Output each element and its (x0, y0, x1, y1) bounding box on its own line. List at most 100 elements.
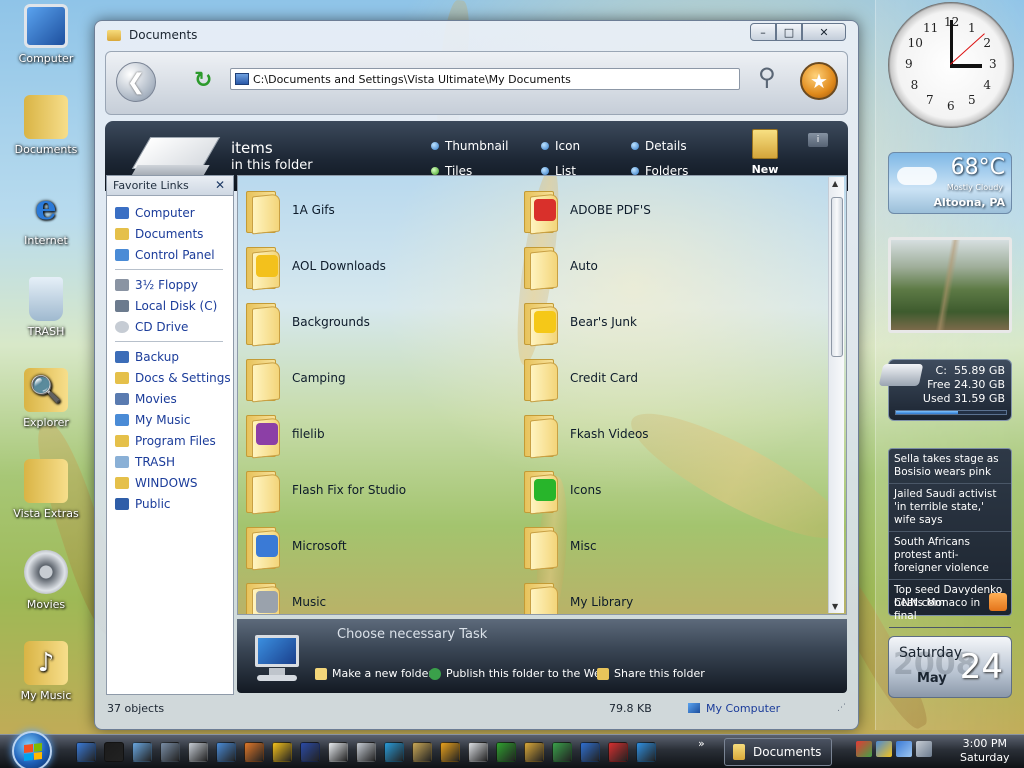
title-bar[interactable]: Documents (95, 21, 858, 49)
news-headline[interactable]: South Africans protest anti-foreigner vi… (889, 532, 1011, 580)
sidebar-item-control-panel[interactable]: Control Panel (107, 244, 233, 265)
quick-launch-icon[interactable] (104, 742, 124, 762)
news-source[interactable]: CNN.com (894, 596, 945, 609)
network-icon[interactable] (896, 741, 912, 757)
calendar-gadget[interactable]: 2008 Saturday May 24 (888, 636, 1012, 698)
taskbar-button-documents[interactable]: Documents (724, 738, 832, 766)
news-gadget[interactable]: Sella takes stage as Bosisio wears pink … (888, 448, 1012, 628)
sidebar-item-documents[interactable]: Documents (107, 223, 233, 244)
address-bar[interactable]: C:\Documents and Settings\Vista Ultimate… (230, 68, 740, 90)
folder-item[interactable]: Camping (246, 350, 346, 406)
view-icon[interactable]: Icon (541, 139, 580, 153)
folder-item[interactable]: Fkash Videos (524, 406, 649, 462)
publish-folder-link[interactable]: Publish this folder to the Web (429, 667, 608, 680)
quick-launch-icon[interactable] (412, 742, 432, 762)
rss-icon[interactable] (989, 593, 1007, 611)
quick-launch-icon[interactable] (244, 742, 264, 762)
quick-launch-icon[interactable] (356, 742, 376, 762)
vertical-scrollbar[interactable]: ▲ ▼ (828, 177, 844, 613)
folder-item[interactable]: My Library (524, 574, 633, 614)
favorites-button[interactable]: ★ (800, 62, 838, 100)
folder-item[interactable]: Auto (524, 238, 598, 294)
view-thumbnail[interactable]: Thumbnail (431, 139, 508, 153)
quick-launch-icon[interactable] (524, 742, 544, 762)
desktop-icon-movies[interactable]: Movies (6, 550, 86, 611)
news-headline[interactable]: Sella takes stage as Bosisio wears pink (889, 449, 1011, 484)
close-pane-button[interactable]: ✕ (215, 178, 225, 192)
quick-launch-icon[interactable] (608, 742, 628, 762)
folder-item[interactable]: Bear's Junk (524, 294, 637, 350)
quick-launch-icon[interactable] (468, 742, 488, 762)
desktop-icon-computer[interactable]: Computer (6, 4, 86, 65)
slideshow-gadget[interactable] (888, 237, 1012, 333)
desktop-icon-trash[interactable]: TRASH (6, 277, 86, 338)
desktop-icon-documents[interactable]: Documents (6, 95, 86, 156)
folder-item[interactable]: Music (246, 574, 326, 614)
minimize-button[interactable]: – (750, 23, 776, 41)
quick-launch-icon[interactable] (300, 742, 320, 762)
info-button[interactable]: i (808, 133, 828, 147)
quick-launch-icon[interactable] (132, 742, 152, 762)
folder-item[interactable]: 1A Gifs (246, 182, 335, 238)
quick-launch-icon[interactable] (160, 742, 180, 762)
clock-gadget[interactable]: 121234567891011 (888, 2, 1014, 128)
sidebar-item-local-disk[interactable]: Local Disk (C) (107, 295, 233, 316)
quick-launch-icon[interactable] (76, 742, 96, 762)
quick-launch-icon[interactable] (496, 742, 516, 762)
folder-item[interactable]: Microsoft (246, 518, 347, 574)
refresh-button[interactable]: ↻ (194, 68, 212, 93)
quick-launch-icon[interactable] (440, 742, 460, 762)
folder-item[interactable]: Backgrounds (246, 294, 370, 350)
start-button[interactable] (12, 731, 52, 768)
desktop-icon-explorer[interactable]: 🔍 Explorer (6, 368, 86, 429)
sidebar-item-public[interactable]: Public (107, 493, 233, 514)
quick-launch-icon[interactable] (272, 742, 292, 762)
drive-meter-gadget[interactable]: C: 55.89 GB Free 24.30 GB Used 31.59 GB (878, 359, 1012, 421)
folder-item[interactable]: Credit Card (524, 350, 638, 406)
maximize-button[interactable]: □ (776, 23, 802, 41)
sidebar-item-cd-drive[interactable]: CD Drive (107, 316, 233, 337)
view-details[interactable]: Details (631, 139, 687, 153)
scroll-down-arrow-icon[interactable]: ▼ (832, 602, 838, 611)
resize-grip-icon[interactable]: ⋰ (837, 703, 846, 713)
sidebar-item-windows[interactable]: WINDOWS (107, 472, 233, 493)
quick-launch-icon[interactable] (384, 742, 404, 762)
news-headline[interactable]: Jailed Saudi activist 'in terrible state… (889, 484, 1011, 532)
quick-launch-icon[interactable] (580, 742, 600, 762)
tray-icon[interactable] (856, 741, 872, 757)
tray-icon[interactable] (876, 741, 892, 757)
quick-launch-expand[interactable]: » (698, 737, 705, 750)
folder-item[interactable]: Icons (524, 462, 601, 518)
sidebar-item-floppy[interactable]: 3½ Floppy (107, 274, 233, 295)
sidebar-item-docs-settings[interactable]: Docs & Settings (107, 367, 233, 388)
volume-icon[interactable] (916, 741, 932, 757)
folder-item[interactable]: AOL Downloads (246, 238, 386, 294)
desktop-icon-internet[interactable]: e Internet (6, 186, 86, 247)
desktop-icon-my-music[interactable]: ♪ My Music (6, 641, 86, 702)
weather-gadget[interactable]: 68°C Mostly Cloudy Altoona, PA (888, 152, 1012, 214)
back-button[interactable]: ❮ (116, 62, 156, 102)
quick-launch-icon[interactable] (188, 742, 208, 762)
sidebar-item-backup[interactable]: Backup (107, 346, 233, 367)
quick-launch-icon[interactable] (552, 742, 572, 762)
system-clock[interactable]: 3:00 PM Saturday (960, 737, 1010, 765)
desktop-icon-vista-extras[interactable]: Vista Extras (6, 459, 86, 520)
sidebar-item-computer[interactable]: Computer (107, 202, 233, 223)
documents-window[interactable]: Documents – □ ✕ ❮ ↻ C:\Documents and Set… (94, 20, 859, 730)
folder-item[interactable]: ADOBE PDF'S (524, 182, 651, 238)
folder-item[interactable]: Misc (524, 518, 597, 574)
sidebar-item-program-files[interactable]: Program Files (107, 430, 233, 451)
share-folder-link[interactable]: Share this folder (597, 667, 705, 680)
sidebar-item-trash[interactable]: TRASH (107, 451, 233, 472)
make-new-folder-link[interactable]: Make a new folder (315, 667, 433, 680)
quick-launch-icon[interactable] (216, 742, 236, 762)
quick-launch-icon[interactable] (328, 742, 348, 762)
quick-launch-icon[interactable] (636, 742, 656, 762)
scroll-thumb[interactable] (831, 197, 843, 357)
folder-item[interactable]: Flash Fix for Studio (246, 462, 406, 518)
folder-item[interactable]: filelib (246, 406, 325, 462)
sidebar-item-movies[interactable]: Movies (107, 388, 233, 409)
search-button[interactable]: ⚲ (758, 63, 790, 99)
sidebar-item-my-music[interactable]: My Music (107, 409, 233, 430)
close-button[interactable]: ✕ (802, 23, 846, 41)
